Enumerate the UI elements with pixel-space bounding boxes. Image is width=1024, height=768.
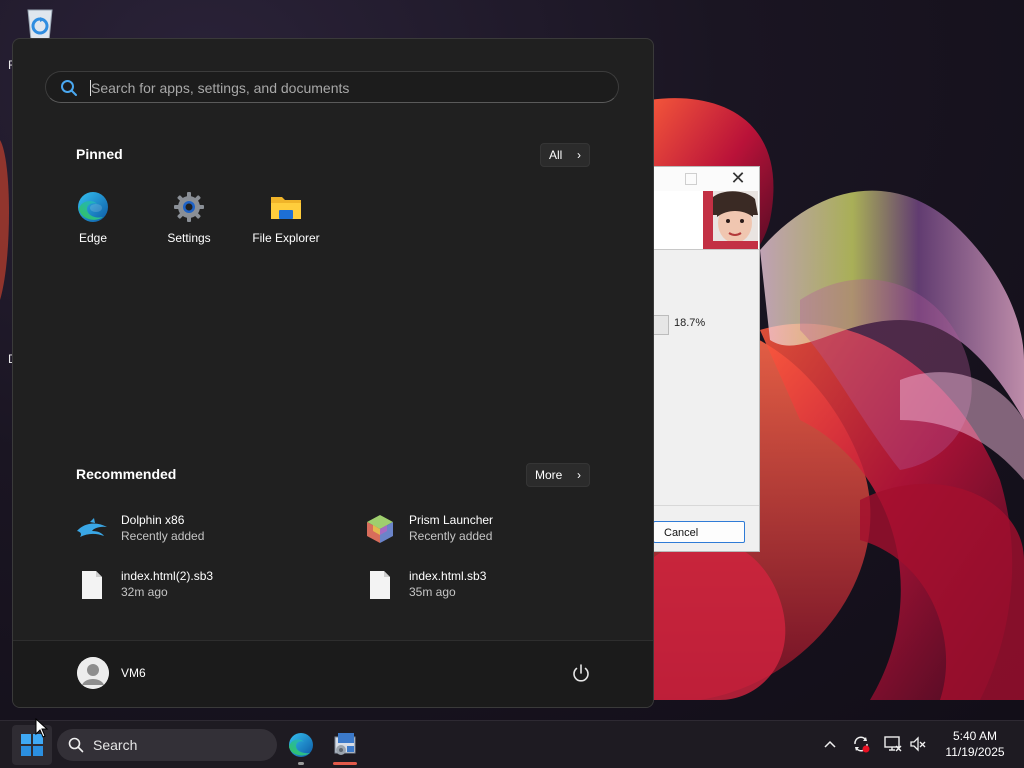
start-search-box[interactable]: Search for apps, settings, and documents bbox=[45, 71, 619, 103]
recommended-item-name: Prism Launcher bbox=[409, 513, 494, 527]
volume-muted-icon[interactable] bbox=[908, 734, 928, 754]
recommended-item-name: Dolphin x86 bbox=[121, 513, 185, 527]
network-icon[interactable] bbox=[883, 734, 903, 754]
running-indicator bbox=[298, 762, 304, 765]
dialog-titlebar: ✕ bbox=[641, 167, 759, 191]
chevron-right-icon: › bbox=[577, 468, 581, 482]
all-apps-button[interactable]: All › bbox=[540, 143, 590, 167]
clock[interactable]: 5:40 AM 11/19/2025 bbox=[930, 728, 1020, 760]
taskbar-search[interactable]: Search bbox=[57, 729, 277, 761]
recommended-item-prism[interactable]: Prism Launcher Recently added bbox=[364, 509, 624, 549]
pinned-app-label: File Explorer bbox=[252, 231, 320, 245]
recycle-bin-icon[interactable] bbox=[20, 6, 60, 42]
progress-percent: 18.7% bbox=[674, 317, 706, 329]
recommended-title: Recommended bbox=[76, 466, 177, 482]
folder-icon bbox=[270, 191, 302, 223]
dialog-header bbox=[641, 191, 759, 250]
recommended-item-subtitle: 35m ago bbox=[409, 585, 456, 599]
power-icon[interactable] bbox=[569, 662, 593, 686]
pinned-app-label: Settings bbox=[167, 231, 211, 245]
search-icon bbox=[68, 737, 84, 758]
taskbar: Search 5:40 AM 11/19/2025 bbox=[0, 720, 1024, 768]
avatar[interactable] bbox=[77, 657, 109, 689]
dialog-avatar-image bbox=[703, 191, 758, 249]
sync-icon[interactable] bbox=[851, 734, 871, 754]
mouse-cursor-icon bbox=[35, 717, 49, 743]
chevron-up-icon[interactable] bbox=[820, 734, 840, 754]
more-label: More bbox=[535, 468, 563, 482]
edge-icon bbox=[77, 191, 109, 223]
recommended-item-subtitle: Recently added bbox=[121, 529, 205, 543]
more-button[interactable]: More › bbox=[526, 463, 590, 487]
search-icon bbox=[60, 79, 78, 102]
recommended-item-dolphin[interactable]: Dolphin x86 Recently added bbox=[76, 509, 336, 549]
start-menu: Search for apps, settings, and documents… bbox=[12, 38, 654, 708]
all-apps-label: All bbox=[549, 148, 563, 162]
clock-time: 5:40 AM bbox=[952, 729, 998, 743]
user-name[interactable]: VM6 bbox=[121, 666, 146, 680]
pinned-title: Pinned bbox=[76, 146, 123, 162]
clock-date: 11/19/2025 bbox=[945, 745, 1005, 759]
active-indicator bbox=[333, 762, 357, 765]
close-icon[interactable]: ✕ bbox=[729, 169, 747, 187]
dolphin-icon bbox=[76, 513, 108, 545]
progress-dialog: ✕ 18.7% Cancel bbox=[640, 166, 760, 552]
cancel-button[interactable]: Cancel bbox=[653, 521, 745, 543]
taskbar-installer-button[interactable] bbox=[327, 727, 363, 765]
taskbar-edge-button[interactable] bbox=[283, 727, 319, 765]
gear-icon bbox=[173, 191, 205, 223]
edge-icon bbox=[289, 733, 313, 757]
recommended-item-file[interactable]: index.html(2).sb3 32m ago bbox=[76, 565, 336, 605]
installer-icon bbox=[334, 733, 356, 755]
taskbar-search-label: Search bbox=[93, 737, 138, 753]
search-input[interactable]: Search for apps, settings, and documents bbox=[91, 80, 349, 96]
file-icon bbox=[364, 569, 396, 601]
file-icon bbox=[76, 569, 108, 601]
recommended-item-name: index.html.sb3 bbox=[409, 569, 487, 583]
pinned-app-label: Edge bbox=[78, 231, 108, 245]
pinned-app-file-explorer[interactable]: File Explorer bbox=[241, 191, 331, 261]
pinned-app-settings[interactable]: Settings bbox=[144, 191, 234, 261]
prism-icon bbox=[364, 513, 396, 545]
dialog-footer: Cancel bbox=[641, 505, 759, 551]
recommended-item-file[interactable]: index.html.sb3 35m ago bbox=[364, 565, 624, 605]
recommended-item-subtitle: Recently added bbox=[409, 529, 493, 543]
start-menu-footer: VM6 bbox=[13, 640, 653, 707]
recommended-item-subtitle: 32m ago bbox=[121, 585, 168, 599]
maximize-icon[interactable] bbox=[685, 173, 697, 185]
pinned-app-edge[interactable]: Edge bbox=[48, 191, 138, 261]
recommended-item-name: index.html(2).sb3 bbox=[121, 569, 214, 583]
chevron-right-icon: › bbox=[577, 148, 581, 162]
